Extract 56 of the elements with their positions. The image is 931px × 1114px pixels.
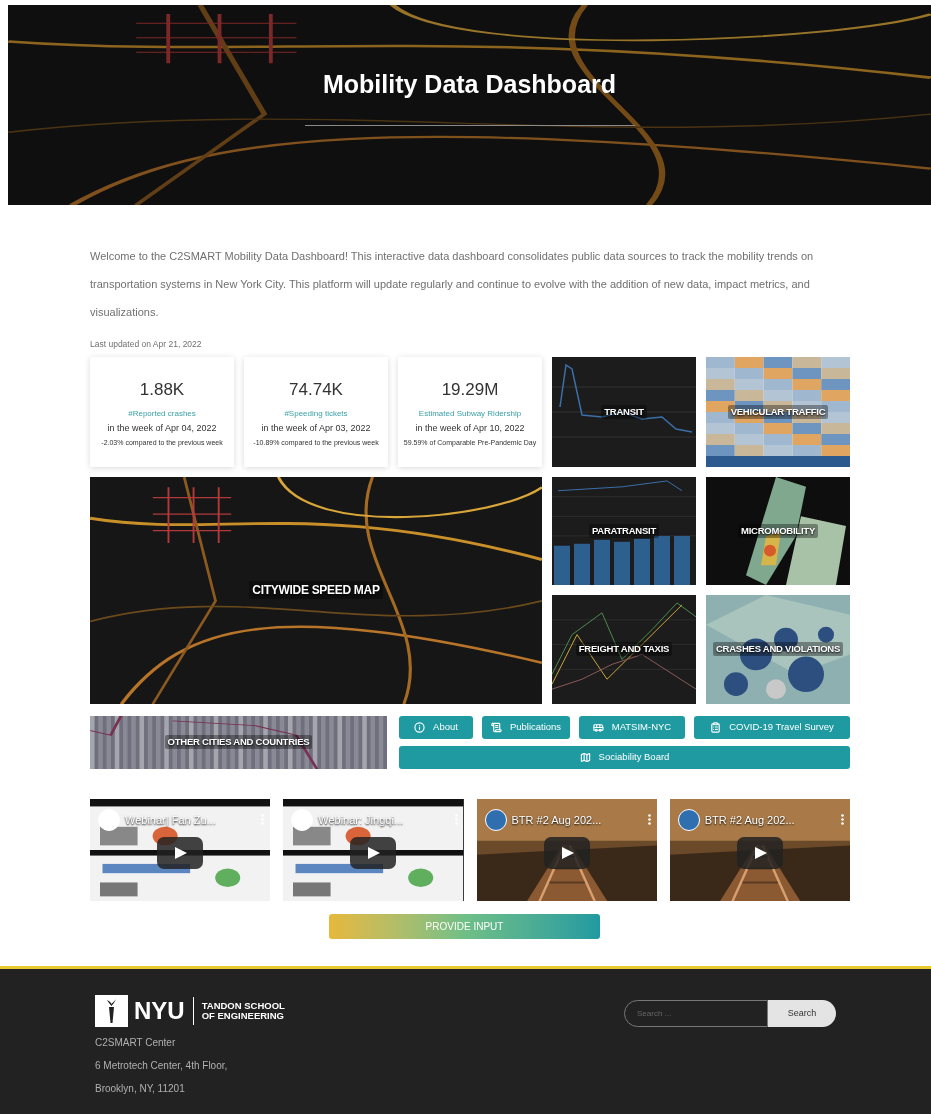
stat-label: #Speeding tickets	[284, 408, 348, 421]
more-icon[interactable]	[841, 814, 844, 826]
stat-period: in the week of Apr 04, 2022	[107, 422, 217, 436]
video-title[interactable]: BTR #2 Aug 202...	[704, 811, 795, 828]
map-icon	[579, 751, 591, 763]
stat-value: 74.74K	[289, 378, 343, 401]
dashboard-tile[interactable]: VEHICULAR TRAFFIC	[706, 356, 850, 467]
torch-icon	[95, 994, 128, 1027]
dashboard-tile[interactable]: FREIGHT AND TAXIS	[552, 594, 696, 704]
play-button-icon[interactable]	[350, 836, 397, 869]
clipboard-icon	[710, 721, 722, 733]
video-player[interactable]: Webinar| Fan Zu...	[90, 798, 271, 901]
video-title[interactable]: BTR #2 Aug 202...	[511, 811, 602, 828]
dashboard-tile[interactable]: OTHER CITIES AND COUNTRIES	[90, 715, 387, 769]
bus-icon	[592, 721, 604, 733]
more-icon[interactable]	[647, 814, 651, 826]
stat-label: #Reported crashes	[128, 408, 196, 421]
page-title: Mobility Data Dashboard	[322, 68, 617, 100]
dashboard-tile[interactable]: CRASHES AND VIOLATIONS	[706, 594, 850, 704]
tile-label: FREIGHT AND TAXIS	[575, 642, 673, 657]
address-line: C2SMART Center	[95, 1035, 177, 1050]
video-title[interactable]: Webinar| Fan Zu...	[125, 811, 216, 828]
logo-school: TANDON SCHOOL	[201, 1000, 285, 1011]
tile-label: OTHER CITIES AND COUNTRIES	[164, 735, 313, 750]
address-line: 6 Metrotech Center, 4th Floor,	[95, 1058, 229, 1073]
video-player[interactable]: Webinar: Jingqi...	[283, 798, 464, 901]
search-button[interactable]: Search	[768, 999, 836, 1027]
stat-label: Estimated Subway Ridership	[418, 408, 522, 421]
nav-button[interactable]: About	[399, 715, 473, 739]
logo-school: OF ENGINEERING	[201, 1010, 285, 1021]
logo-name: NYU	[134, 998, 185, 1023]
video-player[interactable]: BTR #2 Aug 202...	[669, 798, 850, 901]
intro-paragraph: Welcome to the C2SMART Mobility Data Dashboard! This interactive data dashboard consolidates public data sources to track the mobility trends on transportation systems in New York City. This platform will update regularly and continue to evolve with the addition of new data, impact metrics, and visualizations.	[90, 249, 815, 320]
tile-label: TRANSIT	[601, 404, 647, 419]
tile-label: CITYWIDE SPEED MAP	[249, 581, 383, 600]
stat-value: 1.88K	[139, 378, 185, 401]
scroll-icon	[490, 721, 502, 733]
video-player[interactable]: BTR #2 Aug 202...	[476, 798, 657, 901]
dashboard-tile[interactable]: PARATRANSIT	[552, 476, 696, 585]
play-button-icon[interactable]	[157, 836, 204, 869]
dashboard-tile[interactable]: CITYWIDE SPEED MAP	[90, 476, 542, 704]
tile-label: VEHICULAR TRAFFIC	[727, 404, 829, 419]
dashboard-tile[interactable]: TRANSIT	[552, 356, 696, 467]
stat-value: 19.29M	[441, 378, 499, 401]
info-icon	[414, 721, 426, 733]
video-title[interactable]: Webinar: Jingqi...	[318, 811, 404, 828]
last-updated-text: Last updated on Apr 21, 2022	[90, 338, 203, 351]
stat-period: in the week of Apr 03, 2022	[261, 422, 371, 436]
nav-button[interactable]: MATSIM-NYC	[579, 715, 685, 739]
nav-button[interactable]: COVID-19 Travel Survey	[694, 715, 850, 739]
nav-button[interactable]: Sociability Board	[399, 745, 850, 769]
tile-label: CRASHES AND VIOLATIONS	[712, 642, 844, 657]
address-line: Brooklyn, NY, 11201	[95, 1081, 186, 1096]
stat-period: in the week of Apr 10, 2022	[415, 422, 525, 436]
nav-button[interactable]: Publications	[482, 715, 570, 739]
tile-label: PARATRANSIT	[588, 523, 660, 538]
